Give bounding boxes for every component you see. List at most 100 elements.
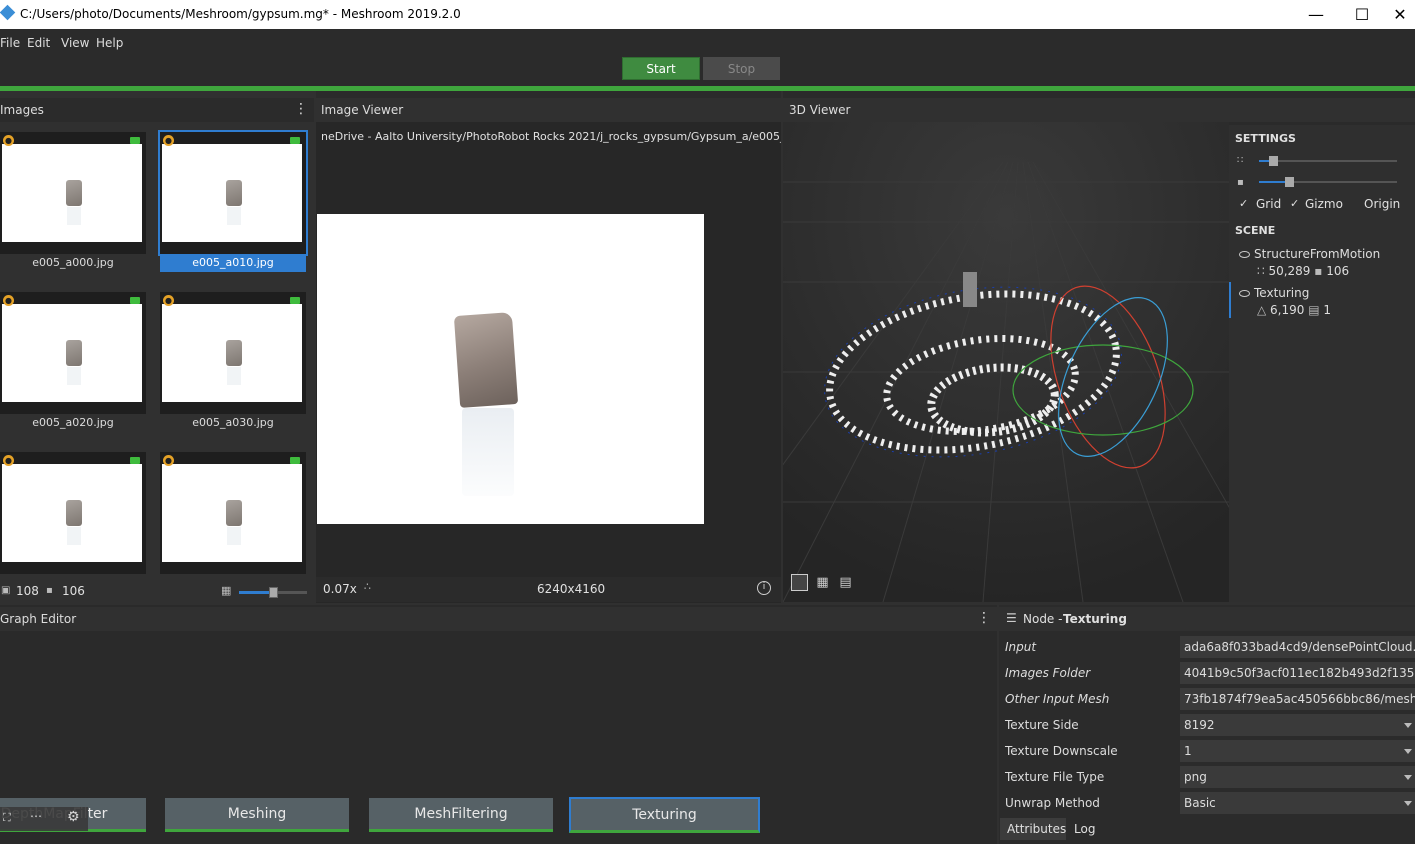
3d-viewer-header: 3D Viewer <box>783 98 1415 122</box>
close-button[interactable]: ✕ <box>1385 0 1415 29</box>
texture-side-select[interactable]: 8192 <box>1180 714 1415 736</box>
image-resolution: 6240x4160 <box>537 582 606 596</box>
grid-toggle[interactable]: Grid <box>1256 197 1281 211</box>
image-viewer-footer: 0.07x ∴ 6240x4160 i <box>316 577 781 602</box>
select-value: 8192 <box>1184 718 1215 732</box>
images-panel-header: Images ⋮ <box>0 98 314 122</box>
gizmo-toggle[interactable]: Gizmo <box>1305 197 1343 211</box>
attr-value-input[interactable]: ada6a8f033bad4cd9/densePointCloud.abc <box>1180 636 1415 658</box>
attr-row-input: Input ada6a8f033bad4cd9/densePointCloud.… <box>1000 634 1415 660</box>
images-panel: Images ⋮ ● e005_a000.jpg ● e005_a010.jpg… <box>0 91 314 602</box>
slider-handle[interactable] <box>269 587 278 598</box>
points-icon: ∷ <box>1257 264 1269 278</box>
slider-handle[interactable] <box>1285 177 1294 187</box>
tab-attributes[interactable]: Attributes <box>1000 818 1066 840</box>
fit-view-icon[interactable]: ⛶ <box>3 811 11 825</box>
image-thumbnail[interactable]: ● e005_a000.jpg <box>0 132 146 272</box>
eye-icon[interactable] <box>1239 290 1250 297</box>
graph-editor-header: Graph Editor ⋮ <box>0 607 997 631</box>
menu-view[interactable]: View <box>61 36 89 50</box>
menu-edit[interactable]: Edit <box>27 36 50 50</box>
camera-icon <box>130 137 140 144</box>
scene-item-name: Texturing <box>1254 286 1310 300</box>
info-icon[interactable]: i <box>757 581 771 595</box>
eye-icon[interactable] <box>1239 251 1250 258</box>
grid-check-icon[interactable]: ✓ <box>1239 197 1248 210</box>
wireframe-view-icon[interactable]: ▦ <box>814 574 831 591</box>
unwrap-method-select[interactable]: Basic <box>1180 792 1415 814</box>
camera-scale-slider[interactable] <box>1259 177 1397 187</box>
node-texturing[interactable]: Texturing <box>569 797 760 833</box>
image-thumbnail[interactable]: ● e005_a030.jpg <box>160 292 306 432</box>
3d-scene-canvas[interactable] <box>783 122 1229 602</box>
intrinsic-icon: ● <box>3 295 14 306</box>
texture-downscale-select[interactable]: 1 <box>1180 740 1415 762</box>
tune-icon: ☰ <box>1006 611 1017 625</box>
camera-icon <box>130 297 140 304</box>
scene-item-sfm[interactable]: StructureFromMotion ∷ 50,289 ▪ 106 <box>1239 247 1415 278</box>
solid-view-icon[interactable] <box>791 574 808 591</box>
camera-icon: ▪ <box>1314 264 1323 278</box>
image-gallery[interactable]: ● e005_a000.jpg ● e005_a010.jpg ● e005_a… <box>0 125 314 580</box>
meshroom-logo-icon <box>0 4 16 21</box>
intrinsic-icon: ● <box>3 135 14 146</box>
image-thumbnail[interactable]: ● <box>160 452 306 580</box>
selection-indicator <box>1229 282 1231 318</box>
texture-icon: ▤ <box>1308 303 1320 317</box>
triangles-count: 6,190 <box>1270 303 1305 317</box>
start-button[interactable]: Start <box>622 57 700 80</box>
minimize-button[interactable]: — <box>1293 0 1339 29</box>
attr-value-images-folder[interactable]: 4041b9c50f3acf011ec182b493d2f13590d <box>1180 662 1415 684</box>
attr-row-texture-file-type: Texture File Type png <box>1000 764 1415 790</box>
image-count: 108 <box>16 584 39 598</box>
point-size-slider[interactable] <box>1259 156 1397 166</box>
stop-button[interactable]: Stop <box>703 57 780 80</box>
slider-handle[interactable] <box>1269 156 1278 166</box>
camera-icon <box>290 297 300 304</box>
more-vert-icon[interactable]: ⋮ <box>294 101 308 117</box>
node-meshing[interactable]: Meshing <box>165 798 349 832</box>
image-thumbnail[interactable]: ● <box>0 452 146 580</box>
scene-item-texturing[interactable]: Texturing △ 6,190 ▤ 1 <box>1239 286 1415 317</box>
thumbnail-size-icon: ▦ <box>221 584 232 597</box>
dropdown-arrow-icon <box>1404 749 1412 754</box>
menu-help[interactable]: Help <box>96 36 123 50</box>
dropdown-arrow-icon <box>1404 775 1412 780</box>
more-horiz-icon[interactable]: ⋯ <box>30 809 42 823</box>
texture-file-type-select[interactable]: png <box>1180 766 1415 788</box>
maximize-button[interactable]: ☐ <box>1339 0 1385 29</box>
attr-label: Texture Side <box>1005 718 1079 732</box>
image-thumbnail-selected[interactable]: ● e005_a010.jpg <box>158 130 308 272</box>
attr-row-other-input-mesh: Other Input Mesh 73fb1874f79ea5ac450566b… <box>1000 686 1415 712</box>
select-value: 1 <box>1184 744 1192 758</box>
zoom-level: 0.07x <box>323 582 357 596</box>
attr-row-texture-downscale: Texture Downscale 1 <box>1000 738 1415 764</box>
attr-value-other-input-mesh[interactable]: 73fb1874f79ea5ac450566bbc86/mesh.obj <box>1180 688 1415 710</box>
gizmo-check-icon[interactable]: ✓ <box>1290 197 1299 210</box>
select-value: png <box>1184 770 1207 784</box>
menu-file[interactable]: File <box>0 36 20 50</box>
image-viewer-title: Image Viewer <box>321 103 404 117</box>
node-tabs: Attributes Log <box>1000 818 1415 840</box>
node-title-name: Texturing <box>1063 612 1127 626</box>
points-count: 50,289 <box>1268 264 1311 278</box>
image-thumbnail[interactable]: ● e005_a020.jpg <box>0 292 146 432</box>
3d-viewer-panel: 3D Viewer ▦ ▤ SETTINGS ∷ ▪ ✓ Grid ✓ Gizm… <box>783 91 1415 602</box>
intrinsic-icon: ● <box>163 455 174 466</box>
intrinsic-icon: ● <box>163 295 174 306</box>
gear-icon[interactable]: ⚙ <box>67 809 80 825</box>
tab-log[interactable]: Log <box>1068 818 1100 840</box>
texture-view-icon[interactable]: ▤ <box>837 574 854 591</box>
image-canvas[interactable]: neDrive - Aalto University/PhotoRobot Ro… <box>316 122 781 603</box>
graph-editor-title: Graph Editor <box>0 612 77 626</box>
thumbnail-size-slider[interactable] <box>239 587 307 598</box>
node-title-prefix: Node - <box>1023 612 1063 626</box>
node-meshfiltering[interactable]: MeshFiltering <box>369 798 553 832</box>
features-icon[interactable]: ∴ <box>364 580 371 593</box>
more-vert-icon[interactable]: ⋮ <box>977 610 991 626</box>
origin-toggle[interactable]: Origin <box>1364 197 1400 211</box>
rock-object <box>453 312 519 408</box>
attr-row-texture-side: Texture Side 8192 <box>1000 712 1415 738</box>
select-value: Basic <box>1184 796 1216 810</box>
camera-icon <box>290 457 300 464</box>
